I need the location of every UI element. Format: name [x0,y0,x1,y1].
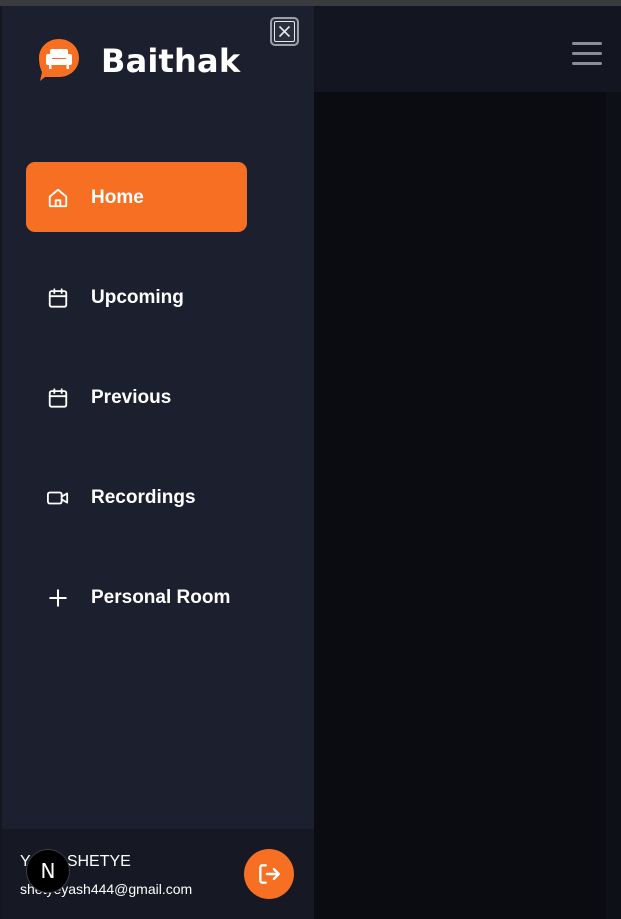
logo[interactable] [37,37,81,81]
sidebar-item-label: Personal Room [91,587,231,608]
main-scroll-gutter [606,92,621,919]
close-sidebar-button[interactable] [270,17,299,46]
logout-icon [259,864,280,884]
sidebar-item-upcoming[interactable]: Upcoming [26,262,247,332]
logout-button[interactable] [244,849,294,899]
sidebar-item-home[interactable]: Home [26,162,247,232]
main-content [314,92,621,919]
calendar-icon [46,286,70,310]
dev-tools-badge[interactable]: N [26,849,70,893]
sidebar-item-personal-room[interactable]: Personal Room [26,562,247,632]
hamburger-menu-icon[interactable] [572,42,602,66]
home-icon [46,186,70,210]
video-icon [46,486,70,510]
sidebar-item-label: Previous [91,387,172,408]
plus-icon [46,586,70,610]
brand-name: Baithak [101,42,241,80]
sidebar-item-label: Recordings [91,487,196,508]
sidebar-item-label: Home [91,187,144,208]
calendar-icon [46,386,70,410]
close-icon [274,21,295,42]
logo-chat-sofa-icon [39,39,79,81]
sidebar-item-recordings[interactable]: Recordings [26,462,247,532]
sidebar-item-previous[interactable]: Previous [26,362,247,432]
sidebar-item-label: Upcoming [91,287,184,308]
